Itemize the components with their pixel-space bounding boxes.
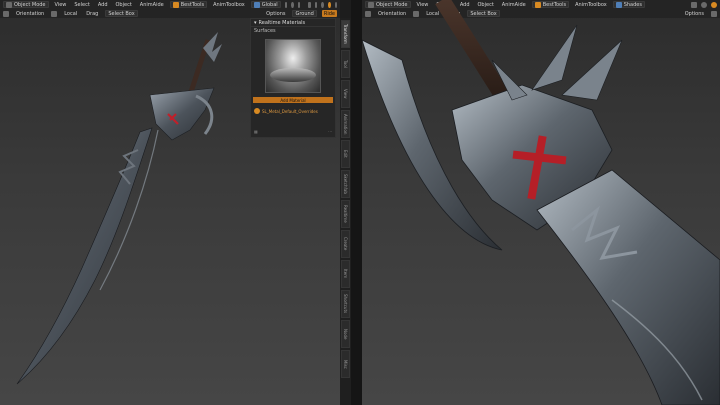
sidebar-tab-sketchfab[interactable]: Sketchfab — [341, 170, 350, 198]
sword-model-closeup[interactable] — [362, 0, 720, 405]
material-list-item[interactable]: SL_Metal_Default_Overrides — [254, 107, 332, 115]
panel-footer: ▦ ⋯ — [254, 128, 332, 134]
sidebar-vertical-tabs: Transform Tool View Animation Edit Sketchfab R… — [340, 18, 351, 405]
realtime-materials-header[interactable]: ▾ Realtime Materials — [251, 19, 335, 27]
sidebar-tab-item[interactable]: Item — [341, 260, 350, 288]
grid-icon[interactable]: ▦ — [254, 129, 258, 134]
sidebar-tab-create[interactable]: Create — [341, 230, 350, 258]
material-icon — [254, 108, 260, 114]
sidebar-tab-view[interactable]: View — [341, 80, 350, 108]
area-divider[interactable] — [351, 0, 362, 405]
add-material-button[interactable]: Add Material — [253, 97, 333, 103]
right-3d-viewport[interactable]: Object Mode View Select Add Object AnimA… — [362, 0, 720, 405]
sword-grip-closeup — [435, 0, 509, 100]
sidebar-tab-realtime[interactable]: Realtime — [341, 200, 350, 228]
sidebar-tab-tool[interactable]: Tool — [341, 50, 350, 78]
sidebar-tab-misc[interactable]: Misc — [341, 350, 350, 378]
material-preview-thumbnail[interactable] — [265, 39, 321, 93]
sidebar-tab-animation[interactable]: Animation — [341, 110, 350, 138]
collapse-arrow-icon[interactable]: ▾ — [254, 20, 257, 26]
sword-guard — [149, 87, 215, 141]
sword-pommel — [203, 32, 222, 62]
guard-spikes — [491, 24, 623, 101]
dots-icon[interactable]: ⋯ — [328, 129, 332, 134]
sidebar-tab-transform[interactable]: Transform — [341, 20, 350, 48]
sidebar-tab-edit[interactable]: Edit — [341, 140, 350, 168]
sidebar-tab-shortcuts[interactable]: Shortcuts — [341, 290, 350, 318]
realtime-materials-panel: ▾ Realtime Materials Surfaces Add Materi… — [250, 18, 336, 138]
surfaces-label: Surfaces — [254, 28, 276, 34]
sidebar-tab-node[interactable]: Node — [341, 320, 350, 348]
sword-blade-closeup — [536, 169, 720, 405]
